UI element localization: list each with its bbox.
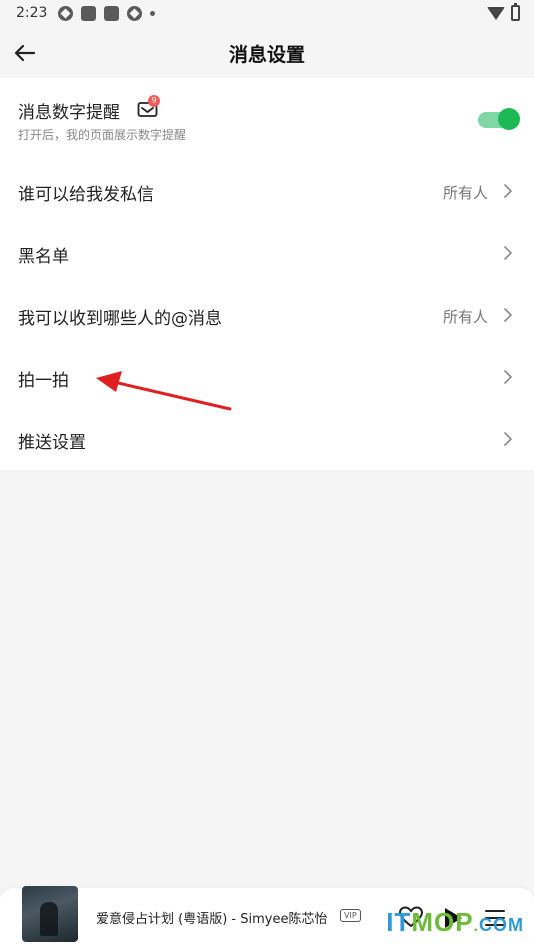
toggle-knob	[498, 108, 520, 130]
setting-row-label: 我可以收到哪些人的@消息	[18, 309, 222, 329]
setting-row-push[interactable]: 推送设置	[0, 408, 534, 470]
battery-icon	[511, 3, 520, 21]
chevron-right-icon	[504, 432, 512, 446]
app-notification-icon	[81, 6, 96, 21]
status-time: 2:23	[16, 5, 48, 21]
setting-row-label: 拍一拍	[18, 371, 69, 391]
more-notifications-dot-icon	[150, 11, 155, 16]
notification-icons	[58, 6, 155, 21]
song-title: 爱意侵占计划 (粤语版) - Simyee陈芯怡	[96, 912, 328, 927]
setting-row-blacklist[interactable]: 黑名单	[0, 222, 534, 284]
chevron-right-icon	[504, 308, 512, 322]
message-badge-setting: 消息数字提醒 9 打开后，我的页面展示数字提醒	[0, 78, 534, 160]
status-bar: 2:23	[0, 0, 534, 28]
wifi-icon	[487, 6, 505, 20]
annotation-arrow-icon	[96, 371, 232, 411]
system-icons	[487, 3, 520, 21]
site-watermark: ITMOP.COM	[386, 907, 524, 938]
top-bar: 消息设置	[0, 28, 534, 78]
app-notification-icon	[58, 6, 73, 21]
app-notification-icon	[104, 6, 119, 21]
watermark-it: IT	[386, 907, 412, 937]
badge-count: 9	[148, 95, 160, 107]
watermark-mop: MOP	[411, 907, 474, 937]
settings-list: 消息数字提醒 9 打开后，我的页面展示数字提醒 谁可以给我发私信 所有人 黑名单…	[0, 78, 534, 470]
setting-row-nudge[interactable]: 拍一拍	[0, 346, 534, 408]
setting-row-private-message[interactable]: 谁可以给我发私信 所有人	[0, 160, 534, 222]
chevron-right-icon	[504, 370, 512, 384]
chevron-right-icon	[504, 184, 512, 198]
app-notification-icon	[127, 6, 142, 21]
watermark-com: COM	[479, 915, 524, 935]
setting-row-value: 所有人	[442, 308, 488, 326]
message-badge-description: 打开后，我的页面展示数字提醒	[18, 128, 187, 142]
album-figure	[40, 902, 58, 936]
chevron-right-icon	[504, 246, 512, 260]
setting-row-mentions[interactable]: 我可以收到哪些人的@消息 所有人	[0, 284, 534, 346]
setting-row-label: 推送设置	[18, 433, 86, 453]
setting-row-label: 谁可以给我发私信	[18, 185, 154, 205]
page-title: 消息设置	[228, 44, 305, 66]
message-badge-toggle[interactable]	[478, 108, 520, 130]
message-badge-label: 消息数字提醒	[18, 103, 120, 123]
album-cover[interactable]	[22, 886, 78, 942]
setting-row-value: 所有人	[442, 184, 488, 202]
setting-row-label: 黑名单	[18, 247, 69, 267]
vip-badge: VIP	[340, 909, 361, 922]
